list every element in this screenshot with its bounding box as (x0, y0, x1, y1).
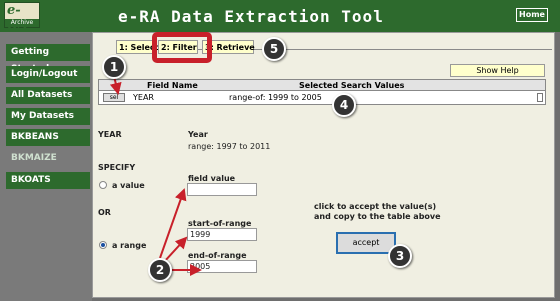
callout-4: 4 (332, 93, 356, 117)
select-row-button[interactable]: sel (103, 93, 125, 102)
field-value-input[interactable] (187, 183, 257, 196)
sidebar-item-all-datasets[interactable]: All Datasets (6, 87, 90, 104)
valid-range-text: range: 1997 to 2011 (188, 142, 271, 151)
selection-table-header: Field Name Selected Search Values (98, 79, 546, 91)
filter-desc-header: Year (188, 130, 208, 139)
sidebar-item-bkoats[interactable]: BKOATS (6, 172, 90, 189)
home-button[interactable]: Home (516, 8, 548, 22)
a-range-label: a range (112, 241, 147, 250)
field-value-label: field value (188, 174, 236, 183)
accept-button[interactable]: accept (336, 232, 396, 254)
filter-field-header: YEAR (98, 130, 122, 139)
filter-tab-highlight (152, 32, 212, 63)
app-title: e-RA Data Extraction Tool (118, 7, 384, 26)
show-help-button[interactable]: Show Help (450, 64, 545, 77)
specify-label: SPECIFY (98, 163, 136, 172)
end-of-range-label: end-of-range (188, 251, 247, 260)
accept-note-line-2: and copy to the table above (314, 212, 441, 221)
row-field-name: YEAR (133, 93, 154, 102)
callout-1: 1 (102, 55, 126, 79)
callout-3: 3 (388, 244, 412, 268)
era-logo: e-RA Archive (4, 2, 40, 33)
tab-select[interactable]: 1: Select (116, 40, 158, 54)
sidebar-item-my-datasets[interactable]: My Datasets (6, 108, 90, 125)
selected-values-header: Selected Search Values (299, 81, 405, 90)
sidebar-item-getting-started[interactable]: Getting Started (6, 44, 90, 74)
start-of-range-input[interactable]: 1999 (187, 228, 257, 241)
field-name-header: Field Name (147, 81, 198, 90)
a-value-radio[interactable] (99, 181, 107, 189)
or-label: OR (98, 208, 111, 217)
sidebar-item-bkbeans[interactable]: BKBEANS (6, 129, 90, 146)
sidebar-item-bkmaize[interactable]: BKMAIZE (6, 150, 90, 167)
a-value-label: a value (112, 181, 145, 190)
logo-text: e-RA (7, 3, 28, 33)
end-of-range-input[interactable]: 2005 (187, 260, 257, 273)
row-checkbox[interactable] (537, 93, 543, 102)
accept-note-line-1: click to accept the value(s) (314, 202, 437, 211)
callout-2: 2 (148, 258, 172, 282)
logo-tag: Archive (5, 19, 39, 27)
sidebar-item-login-logout[interactable]: Login/Logout (6, 66, 90, 83)
row-selected-values: range-of: 1999 to 2005 (229, 93, 322, 102)
start-of-range-label: start-of-range (188, 219, 252, 228)
table-row: sel YEAR range-of: 1999 to 2005 (98, 91, 546, 105)
a-range-radio[interactable] (99, 241, 107, 249)
callout-5: 5 (262, 37, 286, 61)
